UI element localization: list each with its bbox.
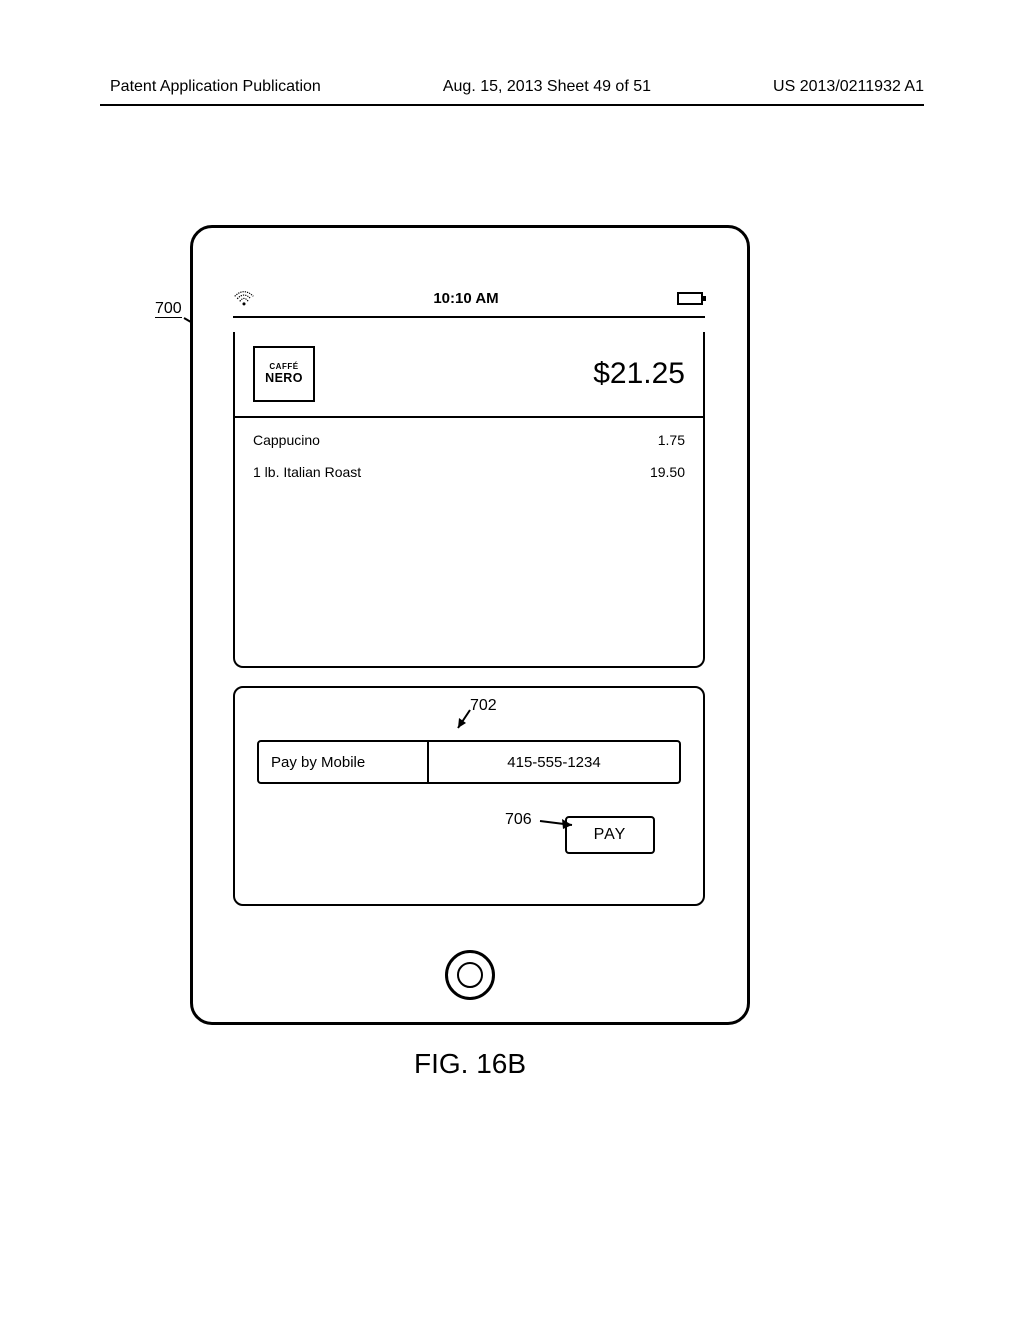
item-price: 1.75 — [658, 432, 685, 448]
order-total: $21.25 — [593, 357, 685, 391]
merchant-name-line2: NERO — [265, 372, 303, 385]
receipt-body: Cappucino 1.75 1 lb. Italian Roast 19.50 — [233, 418, 705, 668]
battery-icon — [677, 291, 707, 306]
pay-method-label: Pay by Mobile — [259, 742, 429, 782]
arrow-706 — [538, 815, 582, 831]
status-bar: 10:10 AM — [233, 283, 707, 313]
page-header: Patent Application Publication Aug. 15, … — [0, 78, 1024, 96]
ref-706: 706 — [505, 811, 532, 829]
wifi-icon — [233, 287, 255, 309]
figure-caption: FIG. 16B — [0, 1048, 940, 1080]
arrow-702 — [452, 706, 476, 734]
pay-phone-value[interactable]: 415-555-1234 — [429, 742, 679, 782]
header-center: Aug. 15, 2013 Sheet 49 of 51 — [443, 78, 651, 96]
header-rule — [100, 104, 924, 106]
line-item: Cappucino 1.75 — [253, 432, 685, 448]
line-item: 1 lb. Italian Roast 19.50 — [253, 464, 685, 480]
merchant-logo: CAFFÉ NERO — [253, 346, 315, 402]
header-left: Patent Application Publication — [110, 78, 321, 96]
tablet-device-frame: 10:10 AM CAFFÉ NERO $21.25 Cappucino 1.7… — [190, 225, 750, 1025]
item-name: Cappucino — [253, 432, 320, 448]
status-rule — [233, 316, 705, 318]
item-name: 1 lb. Italian Roast — [253, 464, 361, 480]
merchant-total-row: CAFFÉ NERO $21.25 — [233, 332, 705, 418]
header-right: US 2013/0211932 A1 — [773, 78, 924, 96]
status-time: 10:10 AM — [433, 290, 498, 307]
pay-by-mobile-field[interactable]: Pay by Mobile 415-555-1234 — [257, 740, 681, 784]
home-button[interactable] — [445, 950, 495, 1000]
item-price: 19.50 — [650, 464, 685, 480]
